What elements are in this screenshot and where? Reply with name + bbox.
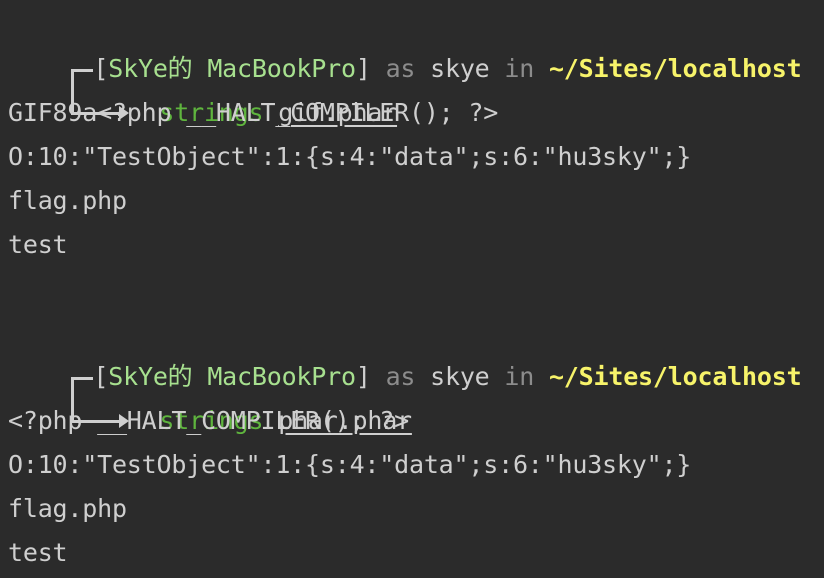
output-line: flag.php — [8, 186, 127, 215]
prompt-path: ~/Sites/localhost — [548, 54, 802, 83]
output-line: <?php __HALT_COMPILER(); ?> — [8, 406, 409, 435]
output-line: O:10:"TestObject":1:{s:4:"data";s:6:"hu3… — [8, 450, 692, 479]
prompt-line-1: [SkYe的 MacBookPro] as skye in ~/Sites/lo… — [8, 3, 802, 95]
prompt-in: in — [504, 54, 535, 83]
command-line-2: strings phar.phar — [8, 355, 412, 435]
output-line: O:10:"TestObject":1:{s:4:"data";s:6:"hu3… — [8, 142, 692, 171]
prompt-line-2: [SkYe的 MacBookPro] as skye in ~/Sites/lo… — [8, 311, 802, 403]
command-line-1: strings gif.phar — [8, 47, 397, 127]
prompt-user: skye — [430, 54, 490, 83]
prompt-path: ~/Sites/localhost — [548, 362, 802, 391]
output-line: test — [8, 230, 68, 259]
output-line: flag.php — [8, 494, 127, 523]
output-line: GIF89a<?php __HALT_COMPILER(); ?> — [8, 98, 499, 127]
terminal-window[interactable]: [SkYe的 MacBookPro] as skye in ~/Sites/lo… — [0, 0, 824, 578]
output-line: test — [8, 538, 68, 567]
prompt-user: skye — [430, 362, 490, 391]
prompt-in: in — [504, 362, 535, 391]
